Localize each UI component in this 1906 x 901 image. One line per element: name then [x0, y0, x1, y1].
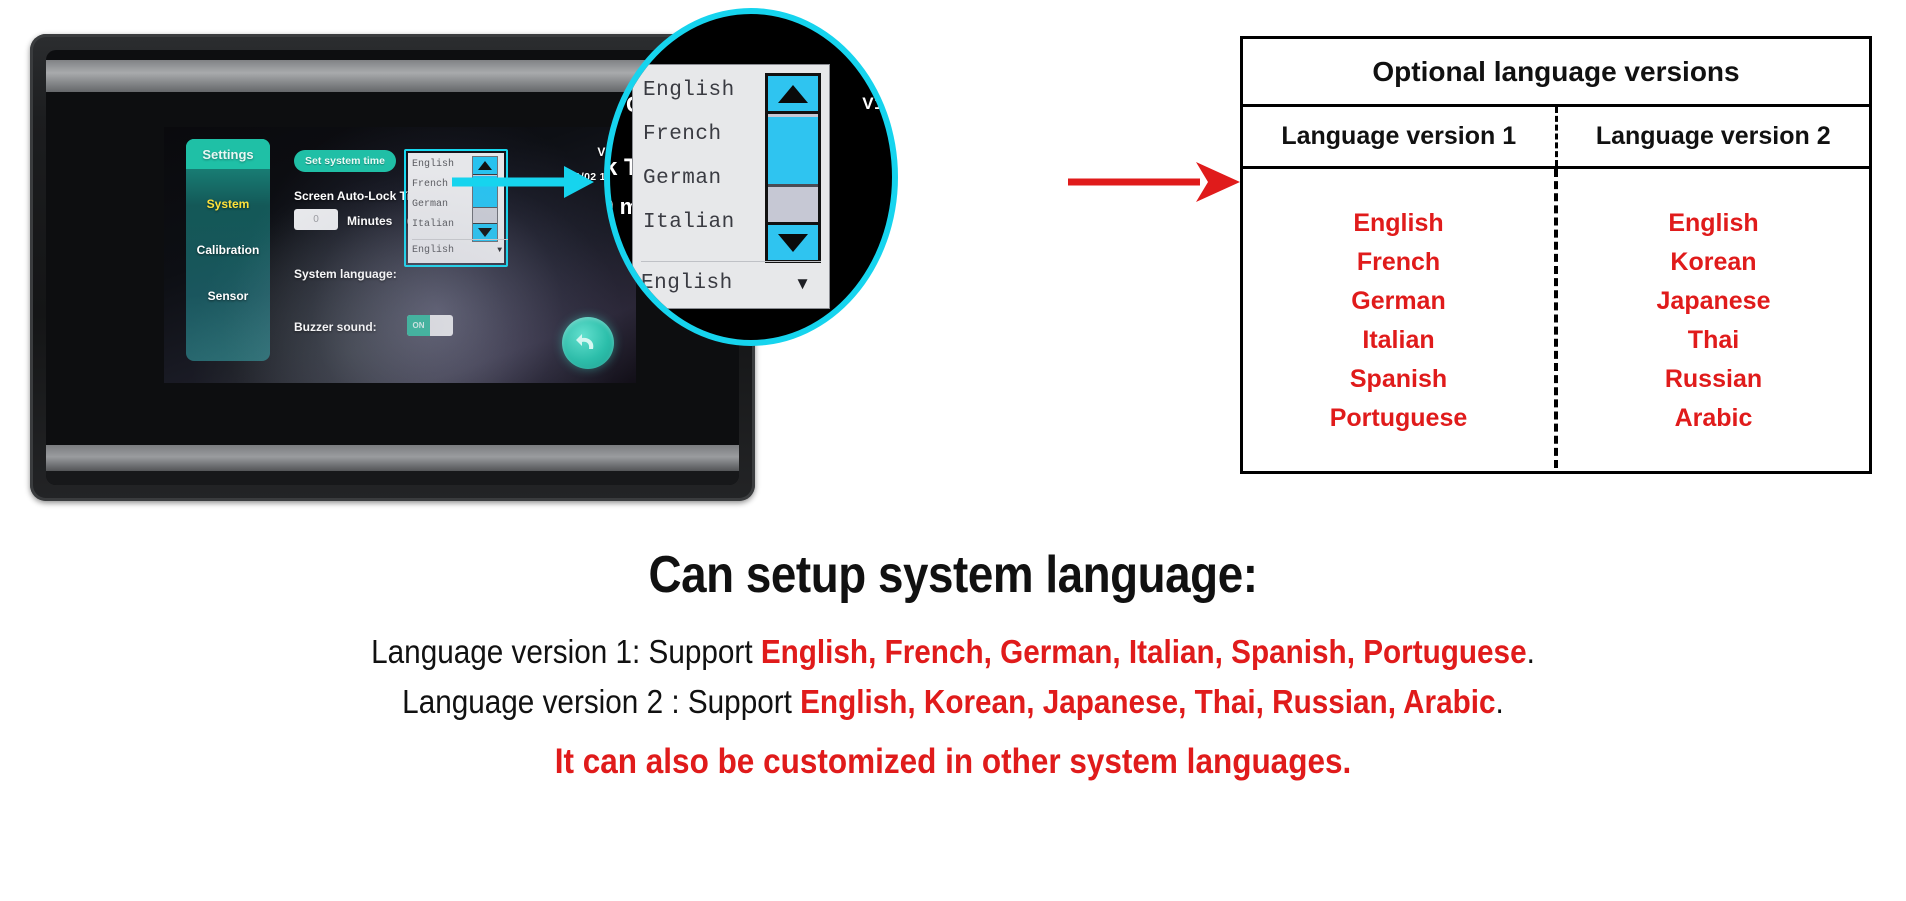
page-root: Settings System Calibration Sensor Set s…: [0, 0, 1906, 901]
system-language-label: System language:: [294, 267, 397, 281]
table-column-version-2: English Korean Japanese Thai Russian Ara…: [1558, 169, 1869, 468]
table-cell: Russian: [1664, 364, 1763, 393]
table-cell: Portuguese: [1329, 403, 1468, 432]
set-system-time-button[interactable]: Set system time: [294, 150, 396, 172]
magnified-scrollbar[interactable]: [765, 73, 821, 263]
table-header-row: Language version 1 Language version 2: [1243, 107, 1869, 169]
triangle-down-icon: [778, 233, 808, 252]
caption-line-version-2: Language version 2 : Support English, Ko…: [95, 677, 1810, 727]
buzzer-toggle-knob: ON: [407, 315, 430, 336]
table-cell: Korean: [1670, 247, 1757, 276]
red-pointer-arrow-icon: [1068, 162, 1240, 202]
settings-panel-title: Settings: [186, 139, 270, 169]
table-cell: German: [1351, 286, 1446, 315]
buzzer-toggle[interactable]: ON: [407, 315, 453, 336]
caption-line-version-1: Language version 1: Support English, Fre…: [95, 627, 1810, 677]
bezel-strip-bottom: [46, 445, 739, 471]
caption-line-1-languages: English, French, German, Italian, Spanis…: [760, 633, 1527, 670]
sidebar-item-system[interactable]: System: [186, 197, 270, 211]
table-title: Optional language versions: [1243, 39, 1869, 107]
dropdown-selected-row[interactable]: English ▼: [412, 239, 508, 261]
back-button[interactable]: [562, 317, 614, 369]
dropdown-option[interactable]: Italian: [643, 201, 773, 245]
optional-language-versions-table: Optional language versions Language vers…: [1240, 36, 1872, 474]
table-cell: English: [1668, 208, 1759, 237]
chevron-down-icon: ▼: [794, 273, 811, 293]
cyan-pointer-arrow-icon: [452, 166, 594, 198]
magnified-dropdown-options: English French German Italian: [643, 69, 773, 245]
column-header-version-1: Language version 1: [1243, 107, 1558, 166]
magnified-selected-row[interactable]: English ▼: [641, 261, 821, 305]
caption-custom-note: It can also be customized in other syste…: [554, 742, 1352, 781]
dropdown-option[interactable]: Italian: [412, 215, 474, 235]
magnified-datetime-fragment: V1: [862, 94, 884, 113]
table-column-version-1: English French German Italian Spanish Po…: [1243, 169, 1558, 468]
caption-line-2-suffix: .: [1495, 682, 1504, 720]
chevron-down-icon: ▼: [497, 246, 502, 255]
dropdown-option[interactable]: English: [643, 69, 773, 113]
table-cell: Spanish: [1349, 364, 1448, 393]
column-header-version-2: Language version 2: [1595, 122, 1831, 150]
caption-block: Can setup system language: Language vers…: [0, 545, 1906, 782]
caption-line-1-suffix: .: [1526, 633, 1535, 670]
sidebar-item-sensor[interactable]: Sensor: [186, 289, 270, 303]
page-title: Can setup system language:: [648, 546, 1258, 604]
triangle-down-icon: [478, 228, 492, 237]
dropdown-option[interactable]: French: [643, 113, 773, 157]
settings-nav-panel: Settings System Calibration Sensor: [186, 139, 270, 361]
table-cell: Thai: [1687, 325, 1740, 354]
table-cell: Arabic: [1674, 403, 1753, 432]
caption-line-2-prefix: Language version 2 : Support: [402, 682, 801, 720]
dropdown-selected-value: English: [412, 245, 455, 256]
caption-line-2-languages: English, Korean, Japanese, Thai, Russian…: [800, 682, 1496, 720]
bezel-strip-dark: [46, 471, 739, 485]
auto-lock-minutes-input[interactable]: 0: [294, 209, 338, 230]
magnifier-circle: C ock Tim (0 mea : V1 English French Ger…: [604, 8, 898, 346]
buzzer-sound-label: Buzzer sound:: [294, 320, 377, 334]
minutes-unit-label: Minutes: [347, 214, 393, 228]
table-cell: Italian: [1362, 325, 1435, 354]
table-body: English French German Italian Spanish Po…: [1243, 169, 1869, 468]
triangle-up-icon: [778, 84, 808, 103]
table-cell: French: [1356, 247, 1441, 276]
back-arrow-icon: [576, 334, 594, 349]
scroll-up-button[interactable]: [768, 76, 818, 114]
sidebar-item-calibration[interactable]: Calibration: [186, 243, 270, 257]
scrollbar-thumb[interactable]: [768, 117, 818, 187]
table-cell: English: [1353, 208, 1444, 237]
scroll-down-button[interactable]: [768, 222, 818, 260]
dropdown-option[interactable]: German: [643, 157, 773, 201]
dropdown-selected-value: English: [641, 272, 733, 295]
magnified-language-dropdown[interactable]: English French German Italian English ▼: [632, 64, 830, 309]
table-cell: Japanese: [1656, 286, 1771, 315]
caption-line-1-prefix: Language version 1: Support: [371, 633, 761, 670]
